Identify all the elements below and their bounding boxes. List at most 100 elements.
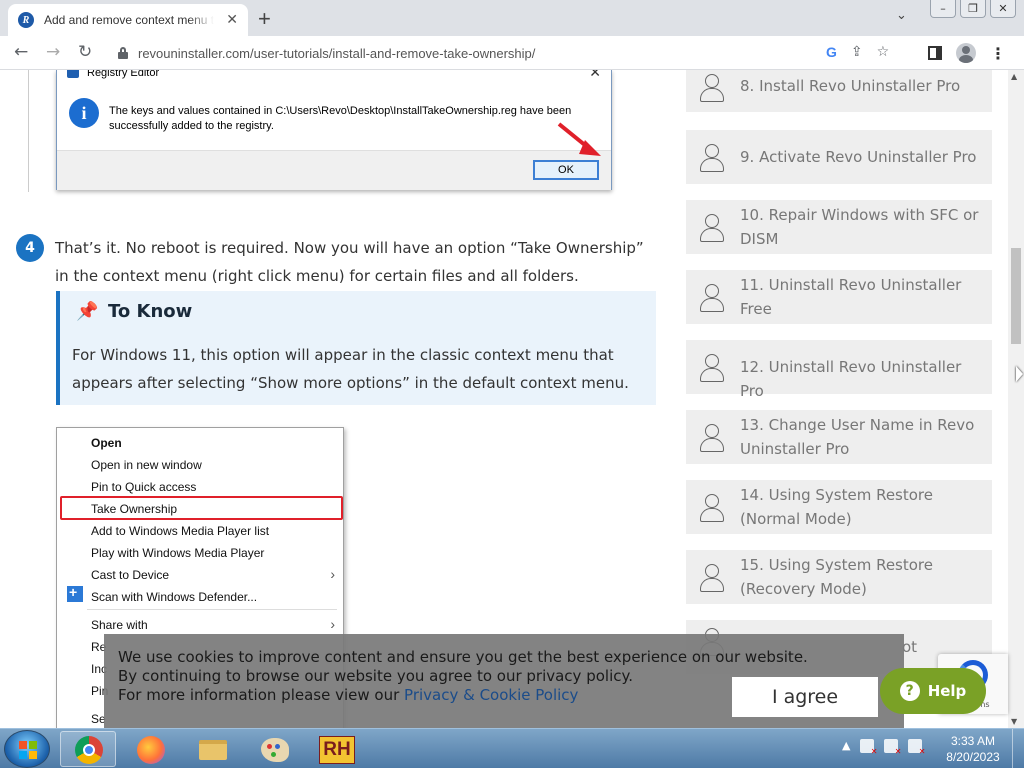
sidebar-item-label: 8. Install Revo Uninstaller Pro [740, 77, 961, 95]
windows-defender-icon [67, 584, 83, 602]
forward-arrow-icon[interactable]: → [46, 42, 60, 62]
mouse-cursor-icon [1016, 366, 1023, 382]
address-bar[interactable]: revouninstaller.com/user-tutorials/insta… [106, 40, 878, 66]
tab-strip: R Add and remove context menu to ✕ + ⌄ –… [0, 0, 1024, 36]
callout-text: For Windows 11, this option will appear … [72, 346, 629, 392]
page-scrollbar[interactable]: ▲ ▼ [1008, 70, 1024, 728]
profile-avatar-icon[interactable] [956, 43, 976, 63]
sidebar-item-install-pro[interactable]: 8. Install Revo Uninstaller Pro [686, 70, 992, 112]
registry-app-icon [67, 70, 79, 78]
scroll-thumb[interactable] [1011, 248, 1021, 344]
taskbar-clock[interactable]: 3:33 AM 8/20/2023 [940, 733, 1006, 765]
user-icon [700, 424, 724, 452]
lock-icon[interactable] [118, 47, 128, 59]
to-know-callout: 📌 To Know For Windows 11, this option wi… [56, 291, 656, 405]
sidebar-item-change-user-name[interactable]: 13. Change User Name in Revo Uninstaller… [686, 410, 992, 464]
new-tab-button[interactable]: + [258, 6, 271, 32]
menu-item-add-wmp-list: Add to Windows Media Player list [91, 524, 270, 538]
taskbar-firefox[interactable] [122, 731, 178, 767]
tab-search-chevron-icon[interactable]: ⌄ [896, 8, 907, 23]
privacy-policy-link[interactable]: Privacy & Cookie Policy [404, 686, 578, 704]
sidebar-item-repair-sfc[interactable]: 10. Repair Windows with SFC or DISM [686, 200, 992, 254]
taskbar-paint[interactable] [246, 731, 302, 767]
sidebar-item-label: 11. Uninstall Revo Uninstaller Free [740, 276, 962, 318]
menu-separator [87, 609, 337, 610]
sidebar-item-label: 13. Change User Name in Revo Uninstaller… [740, 416, 975, 458]
sidebar-item-label: 14. Using System Restore (Normal Mode) [740, 486, 934, 528]
back-arrow-icon[interactable]: ← [14, 42, 28, 62]
scroll-up-arrow-icon[interactable]: ▲ [1011, 72, 1017, 81]
user-icon [700, 284, 724, 312]
cookie-line-1: We use cookies to improve content and en… [118, 648, 808, 666]
paint-palette-icon [261, 738, 289, 762]
dialog-close-icon: ✕ [589, 70, 601, 80]
system-tray: ▲ [842, 739, 925, 756]
menu-item-open-new-window: Open in new window [91, 458, 202, 472]
user-icon [700, 494, 724, 522]
sidebar-item-label: 15. Using System Restore (Recovery Mode) [740, 556, 934, 598]
omnibox-actions: G ⇪ ☆ [826, 44, 889, 60]
window-controls: – ❐ ✕ [926, 0, 1016, 18]
close-window-button[interactable]: ✕ [990, 0, 1016, 18]
sidebar-item-uninstall-pro[interactable]: 12. Uninstall Revo Uninstaller Pro [686, 340, 992, 400]
cookie-line-3-prefix: For more information please view our [118, 686, 405, 704]
agree-button[interactable]: I agree [732, 677, 878, 717]
action-center-icon[interactable] [860, 739, 877, 756]
chevron-right-icon: › [330, 566, 335, 582]
taskbar-explorer[interactable] [184, 731, 240, 767]
site-favicon-icon: R [18, 12, 34, 28]
user-icon [700, 354, 724, 382]
taskbar-chrome[interactable] [60, 731, 116, 767]
sidebar-item-uninstall-free[interactable]: 11. Uninstall Revo Uninstaller Free [686, 270, 992, 324]
show-desktop-button[interactable] [1012, 729, 1024, 768]
sidebar-item-system-restore-normal[interactable]: 14. Using System Restore (Normal Mode) [686, 480, 992, 534]
menu-item-cast-to-device: Cast to Device [91, 568, 170, 582]
scroll-down-arrow-icon[interactable]: ▼ [1011, 717, 1017, 726]
browser-tab[interactable]: R Add and remove context menu to ✕ [8, 4, 248, 36]
volume-icon[interactable] [908, 739, 925, 756]
more-menu-icon[interactable]: ⋮ [990, 44, 1006, 63]
cookie-text: We use cookies to improve content and en… [118, 648, 808, 705]
share-icon[interactable]: ⇪ [851, 44, 863, 60]
clock-date: 8/20/2023 [946, 750, 1000, 764]
side-panel-icon[interactable] [928, 46, 942, 60]
sidebar-item-label: 12. Uninstall Revo Uninstaller Pro [740, 358, 962, 400]
folder-icon [199, 740, 227, 760]
reload-icon[interactable]: ↻ [78, 42, 92, 62]
user-icon [700, 214, 724, 242]
network-icon[interactable] [884, 739, 901, 756]
url-text[interactable]: revouninstaller.com/user-tutorials/insta… [138, 46, 535, 61]
chrome-icon [75, 736, 103, 764]
sidebar-item-system-restore-recovery[interactable]: 15. Using System Restore (Recovery Mode) [686, 550, 992, 604]
browser-toolbar: ← → ↻ revouninstaller.com/user-tutorials… [0, 36, 1024, 70]
chevron-right-icon: › [330, 616, 335, 632]
bookmark-star-icon[interactable]: ☆ [877, 44, 890, 60]
help-label: Help [927, 682, 967, 700]
menu-item-open: Open [91, 436, 122, 450]
question-icon: ? [899, 681, 920, 701]
google-lens-icon[interactable]: G [826, 44, 837, 60]
cookie-line-2: By continuing to browse our website you … [118, 667, 633, 685]
sidebar-item-activate-pro[interactable]: 9. Activate Revo Uninstaller Pro [686, 130, 992, 184]
toolbar-right: ⋮ [928, 43, 1006, 63]
taskbar-resource-hacker[interactable]: RH [308, 731, 364, 767]
resource-hacker-icon: RH [319, 736, 355, 764]
dialog-titlebar: Registry Editor ✕ [57, 70, 611, 82]
step-text: That’s it. No reboot is required. Now yo… [55, 239, 644, 285]
help-button[interactable]: ? Help [880, 668, 986, 714]
user-icon [700, 564, 724, 592]
dialog-title: Registry Editor [87, 70, 160, 79]
tab-close-icon[interactable]: ✕ [226, 12, 238, 28]
start-button[interactable] [4, 730, 50, 768]
sidebar-item-label: ot [902, 638, 918, 656]
cookie-banner: We use cookies to improve content and en… [104, 634, 904, 728]
user-icon [700, 144, 724, 172]
minimize-button[interactable]: – [930, 0, 956, 18]
dialog-body: i The keys and values contained in C:\Us… [57, 84, 611, 150]
dialog-message: The keys and values contained in C:\User… [109, 105, 572, 132]
dialog-footer: OK [57, 150, 611, 190]
windows-taskbar: RH ▲ 3:33 AM 8/20/2023 [0, 728, 1024, 768]
restore-button[interactable]: ❐ [960, 0, 986, 18]
show-hidden-icons-icon[interactable]: ▲ [842, 739, 850, 753]
windows-logo-icon [19, 741, 37, 759]
